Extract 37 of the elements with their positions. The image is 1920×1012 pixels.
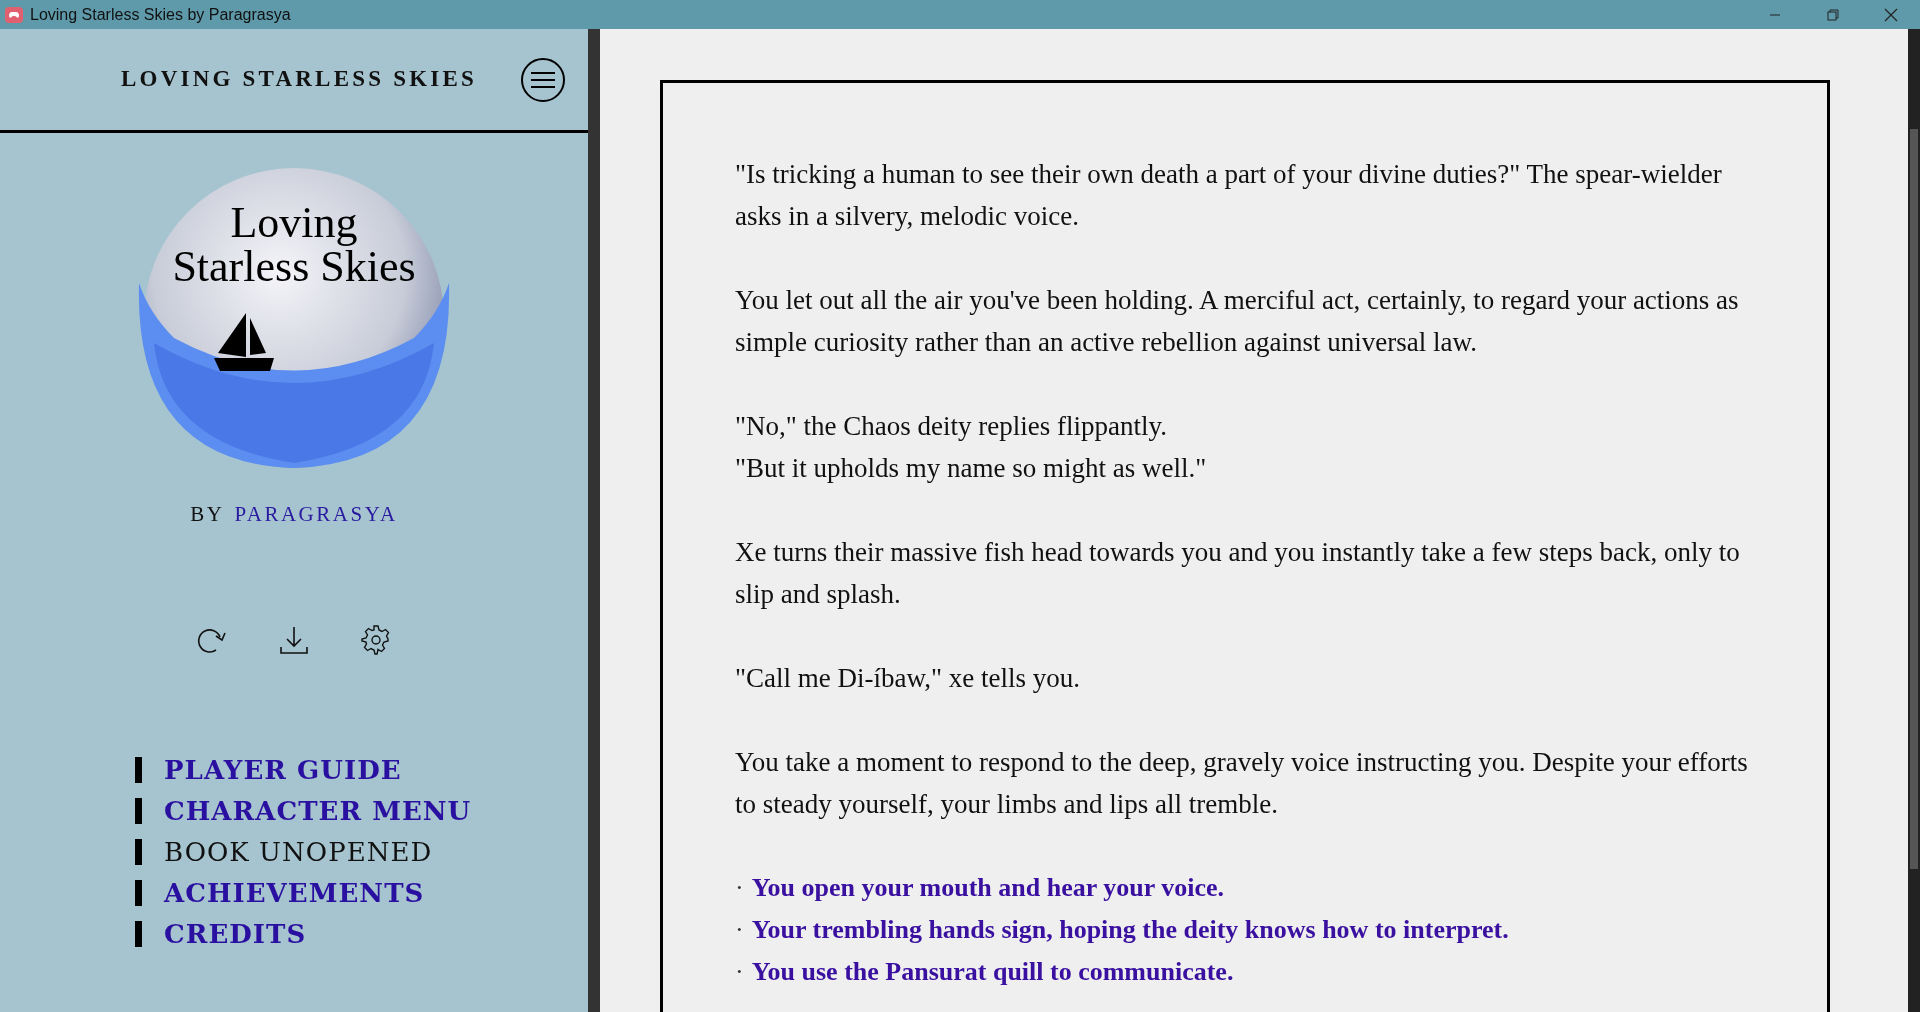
story-text: "Call me Di-íbaw," xe tells you. — [735, 662, 1081, 695]
bullet: · — [735, 956, 744, 988]
nav-marker — [135, 838, 142, 865]
nav-marker — [135, 797, 142, 824]
choice-link[interactable]: You open your mouth and hear your voice. — [751, 867, 1225, 909]
header-title: LOVING STARLESS SKIES — [121, 65, 478, 94]
nav-link[interactable]: CREDITS — [164, 917, 307, 950]
menu-icon — [530, 70, 556, 89]
cover-title: Starless Skies — [172, 245, 416, 289]
restore-icon — [1827, 8, 1839, 21]
story-text: You let out all the air you've been holding. A merciful act, certainly, to regard your actions as simple curiosity rather than an active rebellion against universal law. — [735, 284, 1740, 359]
story-text: "But it upholds my name so might as well." — [735, 452, 1208, 485]
nav-link[interactable]: PLAYER GUIDE — [164, 753, 402, 786]
nav-link[interactable]: ACHIEVEMENTS — [164, 876, 425, 909]
cover-title: Loving — [230, 201, 358, 245]
bullet: · — [735, 914, 744, 946]
window-title: Loving Starless Skies by Paragrasya — [30, 4, 291, 25]
author-link[interactable]: PARAGRASYA — [234, 499, 398, 531]
choice-link[interactable]: Your trembling hands sign, hoping the deity knows how to interpret. — [751, 909, 1509, 951]
nav-link[interactable]: CHARACTER MENU — [164, 794, 472, 827]
scrollbar[interactable] — [1908, 29, 1920, 1012]
nav-marker — [135, 879, 142, 906]
story-text: Xe turns their massive fish head towards you and you instantly take a few steps back, only to slip and splash. — [735, 536, 1741, 611]
menu-button[interactable] — [521, 57, 565, 102]
close-icon — [1884, 7, 1898, 22]
story-text: "Is tricking a human to see their own death a part of your divine duties?" The spear-wielder asks in a silvery, melodic voice. — [735, 158, 1723, 233]
sailboat-icon — [214, 313, 274, 371]
nav-marker — [135, 920, 142, 947]
bullet: · — [735, 872, 744, 904]
story-text: You take a moment to respond to the deep, gravely voice instructing you. Despite your efforts to steady yourself, your limbs and lips all tremble. — [735, 746, 1749, 821]
byline-prefix: BY — [190, 501, 225, 528]
nav-marker — [135, 756, 142, 783]
story-text: "No," the Chaos deity replies flippantly. — [735, 410, 1168, 443]
settings-icon — [360, 623, 392, 656]
scrollbar-thumb[interactable] — [1910, 129, 1918, 869]
app-icon — [4, 4, 24, 25]
choice-link[interactable]: You use the Pansurat quill to communicate. — [751, 951, 1234, 993]
